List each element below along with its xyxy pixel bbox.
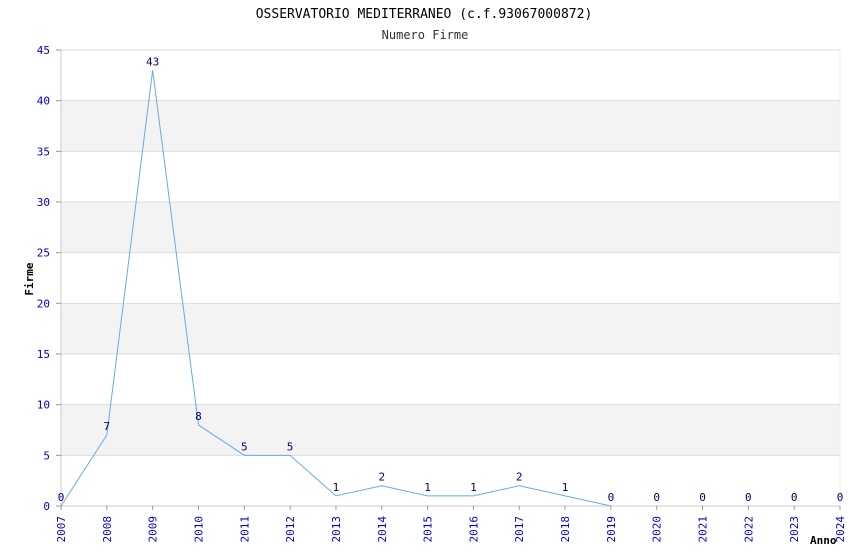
- y-tick-label: 10: [37, 399, 50, 412]
- x-tick-label: 2017: [513, 516, 526, 543]
- x-tick-label: 2015: [422, 516, 435, 543]
- data-label: 0: [745, 491, 752, 504]
- x-tick-label: 2018: [559, 516, 572, 543]
- data-label: 0: [58, 491, 65, 504]
- data-label: 0: [653, 491, 660, 504]
- y-tick-label: 30: [37, 196, 50, 209]
- data-label: 5: [287, 440, 294, 453]
- y-tick-label: 20: [37, 297, 50, 310]
- chart-subtitle: Numero Firme: [382, 28, 469, 42]
- x-tick-label: 2009: [147, 516, 160, 543]
- y-tick-label: 5: [43, 449, 50, 462]
- y-tick-label: 15: [37, 348, 50, 361]
- x-axis-label: Anno: [810, 534, 837, 547]
- x-tick-label: 2014: [376, 516, 389, 543]
- y-tick-label: 25: [37, 247, 50, 260]
- x-tick-label: 2010: [192, 516, 205, 543]
- line-chart: OSSERVATORIO MEDITERRANEO (c.f.930670008…: [23, 7, 847, 547]
- chart-title: OSSERVATORIO MEDITERRANEO (c.f.930670008…: [256, 7, 593, 22]
- grid-band: [61, 404, 840, 456]
- x-tick-label: 2020: [651, 516, 664, 543]
- data-label: 0: [791, 491, 798, 504]
- data-label: 7: [104, 420, 111, 433]
- data-label: 8: [195, 410, 202, 423]
- grid-band: [61, 100, 840, 152]
- data-label: 0: [608, 491, 615, 504]
- grid-band: [61, 303, 840, 354]
- x-tick-label: 2022: [742, 516, 755, 543]
- data-label: 0: [837, 491, 844, 504]
- data-label: 1: [470, 481, 477, 494]
- data-label: 1: [333, 481, 340, 494]
- x-tick-label: 2023: [788, 516, 801, 543]
- x-tick-label: 2013: [330, 516, 343, 543]
- x-axis-ticks: 2007 2008 2009 2010 2011 2012 2013 2014 2015 2016…: [55, 506, 847, 543]
- y-tick-label: 35: [37, 145, 50, 158]
- data-label: 2: [516, 471, 523, 484]
- data-label: 1: [424, 481, 431, 494]
- grid-band: [61, 202, 840, 253]
- data-label: 5: [241, 440, 248, 453]
- y-tick-label: 40: [37, 95, 50, 108]
- x-tick-label: 2011: [238, 516, 251, 543]
- grid-bands: [61, 100, 840, 456]
- data-label: 43: [146, 55, 159, 68]
- x-tick-label: 2012: [284, 516, 297, 543]
- data-label: 1: [562, 481, 569, 494]
- x-tick-label: 2016: [467, 516, 480, 543]
- data-label: 2: [378, 471, 385, 484]
- x-tick-label: 2019: [605, 516, 618, 543]
- y-tick-label: 45: [37, 44, 50, 57]
- y-tick-label: 0: [43, 500, 50, 513]
- x-tick-label: 2008: [101, 516, 114, 543]
- y-axis-ticks: 0 5 10 15 20 25 30 35 40 45: [37, 44, 61, 513]
- x-tick-label: 2007: [55, 516, 68, 543]
- y-axis-label: Firme: [23, 262, 36, 295]
- data-label: 0: [699, 491, 706, 504]
- x-tick-label: 2021: [697, 516, 710, 543]
